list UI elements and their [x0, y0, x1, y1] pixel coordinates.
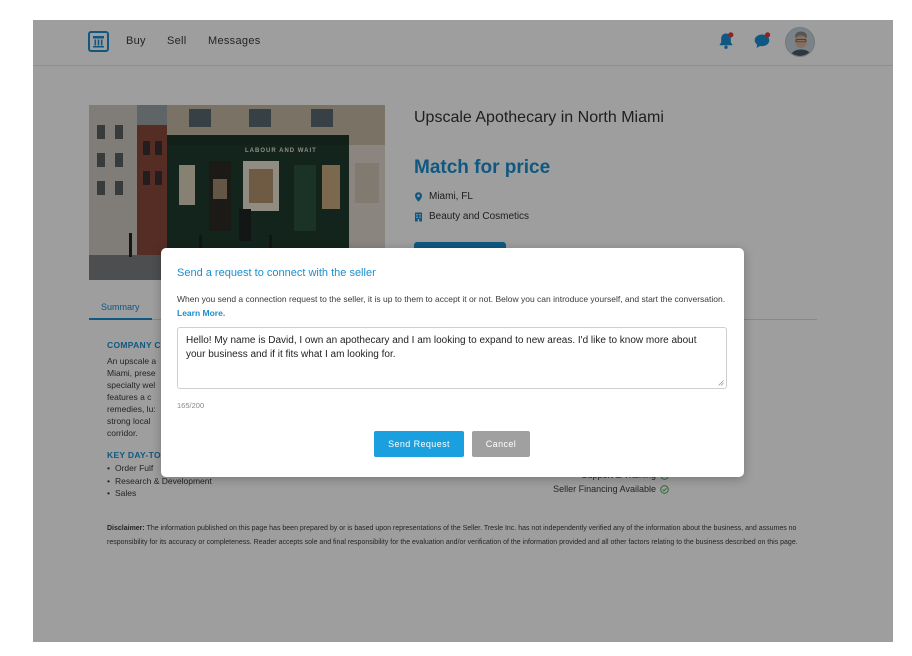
character-counter: 165/200 [177, 401, 205, 410]
send-request-button[interactable]: Send Request [374, 431, 464, 457]
learn-more-link[interactable]: Learn More. [177, 308, 225, 318]
dialog-title: Send a request to connect with the selle… [177, 267, 376, 279]
dialog-description: When you send a connection request to th… [177, 292, 727, 320]
connect-request-dialog: Send a request to connect with the selle… [161, 248, 744, 477]
app-window: Buy Sell Messages LABOUR AND WAIT Upscal… [33, 20, 893, 642]
message-textarea[interactable]: Hello! My name is David, I own an apothe… [177, 327, 727, 389]
cancel-button[interactable]: Cancel [472, 431, 530, 457]
resize-handle-icon[interactable] [717, 379, 724, 386]
dialog-description-text: When you send a connection request to th… [177, 294, 726, 304]
